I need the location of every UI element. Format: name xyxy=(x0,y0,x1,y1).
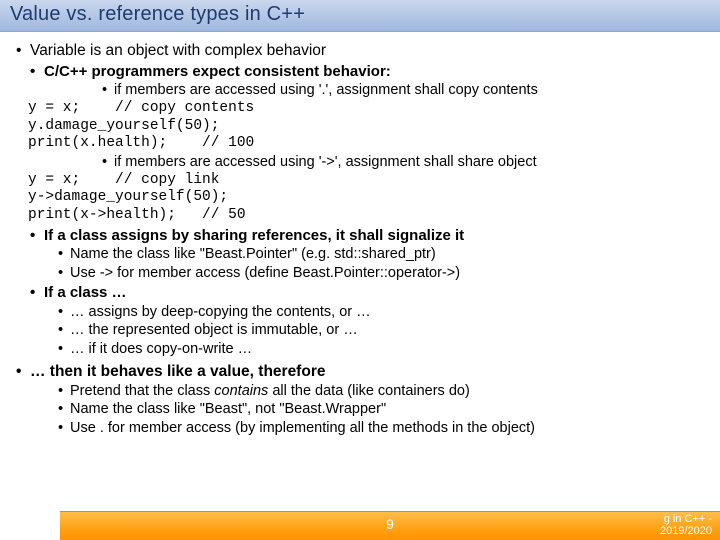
bullet-l3-dot-copy: if members are accessed using '.', assig… xyxy=(14,82,706,100)
footer-line1: g in C++ - xyxy=(664,513,712,525)
footer-bar: 9 g in C++ - 2019/2020 xyxy=(60,511,720,540)
page-number: 9 xyxy=(386,516,394,532)
bullet-l3-arrow-share: if members are accessed using '->', assi… xyxy=(14,154,706,172)
bullet-l3-deepcopy: … assigns by deep-copying the contents, … xyxy=(14,304,706,322)
slide-title: Value vs. reference types in C++ xyxy=(0,0,720,32)
bullet-l3-arrow-access: Use -> for member access (define Beast.P… xyxy=(14,265,706,283)
bullet-l2-if-class: If a class … xyxy=(14,284,706,302)
slide: Value vs. reference types in C++ Variabl… xyxy=(0,0,720,540)
bullet-l1-then-value: … then it behaves like a value, therefor… xyxy=(14,363,706,382)
bullet-l3-immutable: … the represented object is immutable, o… xyxy=(14,322,706,340)
code-block-2: y = x; // copy link y->damage_yourself(5… xyxy=(28,172,706,225)
text-pretend-em: contains xyxy=(214,383,268,399)
code-block-1: y = x; // copy contents y.damage_yoursel… xyxy=(28,100,706,153)
bullet-l2-expect: C/C++ programmers expect consistent beha… xyxy=(14,63,706,81)
slide-body: Variable is an object with complex behav… xyxy=(0,32,720,438)
bullet-l3-name-beast: Name the class like "Beast", not "Beast.… xyxy=(14,401,706,419)
bullet-l1-variable: Variable is an object with complex behav… xyxy=(14,42,706,61)
bullet-l2-signalize: If a class assigns by sharing references… xyxy=(14,227,706,245)
text-pretend-post: all the data (like containers do) xyxy=(268,383,470,399)
bullet-l3-cow: … if it does copy-on-write … xyxy=(14,341,706,359)
footer-right: g in C++ - 2019/2020 xyxy=(660,513,712,537)
text-pretend-pre: Pretend that the class xyxy=(70,383,214,399)
bullet-l3-pretend: Pretend that the class contains all the … xyxy=(14,383,706,401)
footer-line2: 2019/2020 xyxy=(660,525,712,537)
bullet-l3-dot-access: Use . for member access (by implementing… xyxy=(14,420,706,438)
bullet-l3-name-pointer: Name the class like "Beast.Pointer" (e.g… xyxy=(14,246,706,264)
